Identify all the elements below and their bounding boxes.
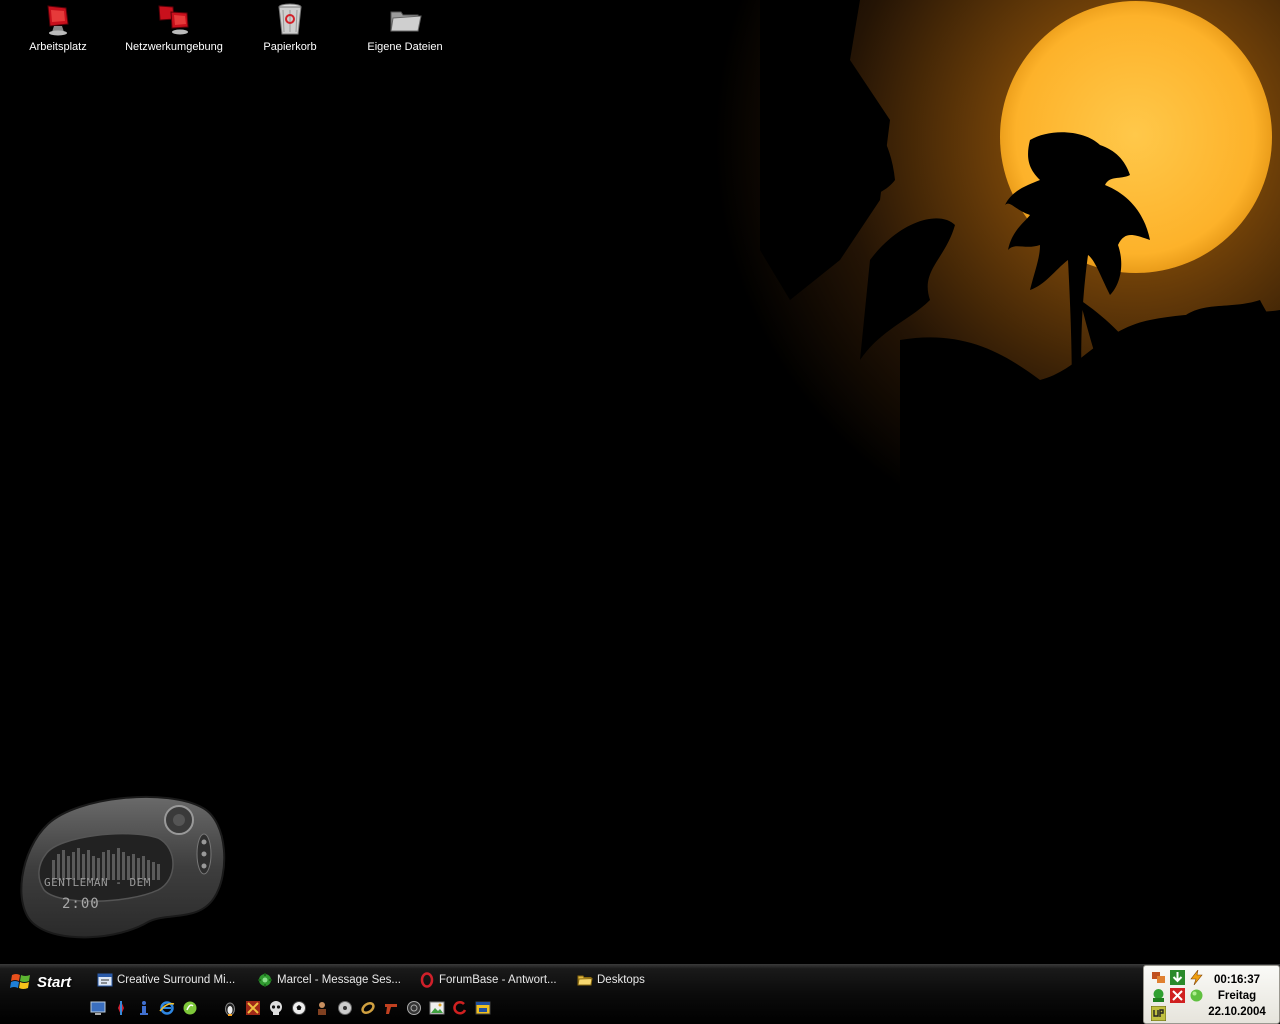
desktop-icon-papierkorb[interactable]: Papierkorb <box>235 0 345 54</box>
image-icon[interactable] <box>429 1000 445 1016</box>
desktop-icon-label: Papierkorb <box>263 41 317 53</box>
taskbar[interactable]: Start Creative Surround Mi... Marcel - M… <box>0 964 1280 1024</box>
computer-icon <box>47 5 69 36</box>
taskbar-item-creative-surround-mixer[interactable]: Creative Surround Mi... <box>97 969 235 991</box>
desktop[interactable]: Arbeitsplatz Netzwerkumgebung Papierkorb… <box>0 0 1280 964</box>
up-icon[interactable] <box>1151 1006 1166 1021</box>
system-tray: 00:16:37 Freitag 22.10.2004 <box>1143 965 1280 1024</box>
desktop-icon-arbeitsplatz[interactable]: Arbeitsplatz <box>3 0 113 54</box>
media-player-skin <box>20 795 226 939</box>
media-player-widget[interactable] <box>18 794 226 944</box>
network-places-icon <box>158 5 189 35</box>
desktop-icon[interactable] <box>90 1000 106 1016</box>
winamp-icon[interactable] <box>113 1000 129 1016</box>
clock-time: 00:16:37 <box>1213 974 1261 986</box>
mixer-window-icon <box>97 973 113 987</box>
taskbar-item-forumbase-antwort[interactable]: ForumBase - Antwort... <box>419 969 557 991</box>
ring-icon[interactable] <box>360 1000 376 1016</box>
messenger-icon <box>258 973 272 987</box>
recycle-bin-icon <box>278 3 302 35</box>
clock-day: Freitag <box>1217 990 1257 1002</box>
refresh-icon[interactable] <box>452 1000 468 1016</box>
desktop-icon-label: Arbeitsplatz <box>29 41 87 53</box>
gun-icon[interactable] <box>383 1000 399 1016</box>
taskbar-item-label: Desktops <box>597 974 645 986</box>
network-icon[interactable] <box>1151 970 1166 985</box>
clock-date: 22.10.2004 <box>1208 1006 1266 1018</box>
folder-icon <box>390 11 422 32</box>
desktop-icon-eigene-dateien[interactable]: Eigene Dateien <box>350 0 460 54</box>
disc-icon[interactable] <box>337 1000 353 1016</box>
antivirus-icon[interactable] <box>1170 988 1185 1003</box>
soccer-ball-icon[interactable] <box>291 1000 307 1016</box>
taskbar-item-label: Marcel - Message Ses... <box>277 974 401 986</box>
taskbar-item-label: ForumBase - Antwort... <box>439 974 557 986</box>
window-icon[interactable] <box>475 1000 491 1016</box>
clock[interactable]: 00:16:37 Freitag 22.10.2004 <box>1200 972 1274 1020</box>
start-label: Start <box>37 973 72 991</box>
messenger-tray-icon[interactable] <box>1151 988 1166 1003</box>
download-icon[interactable] <box>1170 970 1185 985</box>
skull-icon[interactable] <box>268 1000 284 1016</box>
internet-explorer-icon[interactable] <box>159 1000 175 1016</box>
game-icon[interactable] <box>245 1000 261 1016</box>
character-icon[interactable] <box>314 1000 330 1016</box>
opera-browser-icon <box>420 972 434 988</box>
start-button[interactable]: Start <box>4 968 84 996</box>
browser-icon[interactable] <box>182 1000 198 1016</box>
media-player-track-title: GENTLEMAN - DEM <box>44 876 151 889</box>
taskbar-item-desktops[interactable]: Desktops <box>577 969 645 991</box>
media-icon[interactable] <box>406 1000 422 1016</box>
desktop-icon-netzwerkumgebung[interactable]: Netzwerkumgebung <box>119 0 229 54</box>
taskbar-item-marcel-message-session[interactable]: Marcel - Message Ses... <box>257 969 401 991</box>
windows-logo-icon <box>10 974 30 989</box>
desktop-icon-label: Eigene Dateien <box>367 41 443 53</box>
taskbar-item-label: Creative Surround Mi... <box>117 974 236 986</box>
desktop-icon-label: Netzwerkumgebung <box>125 41 223 53</box>
penguin-icon[interactable] <box>222 1000 238 1016</box>
info-icon[interactable] <box>136 1000 152 1016</box>
media-player-elapsed-time: 2:00 <box>62 896 100 912</box>
folder-icon <box>577 975 593 986</box>
